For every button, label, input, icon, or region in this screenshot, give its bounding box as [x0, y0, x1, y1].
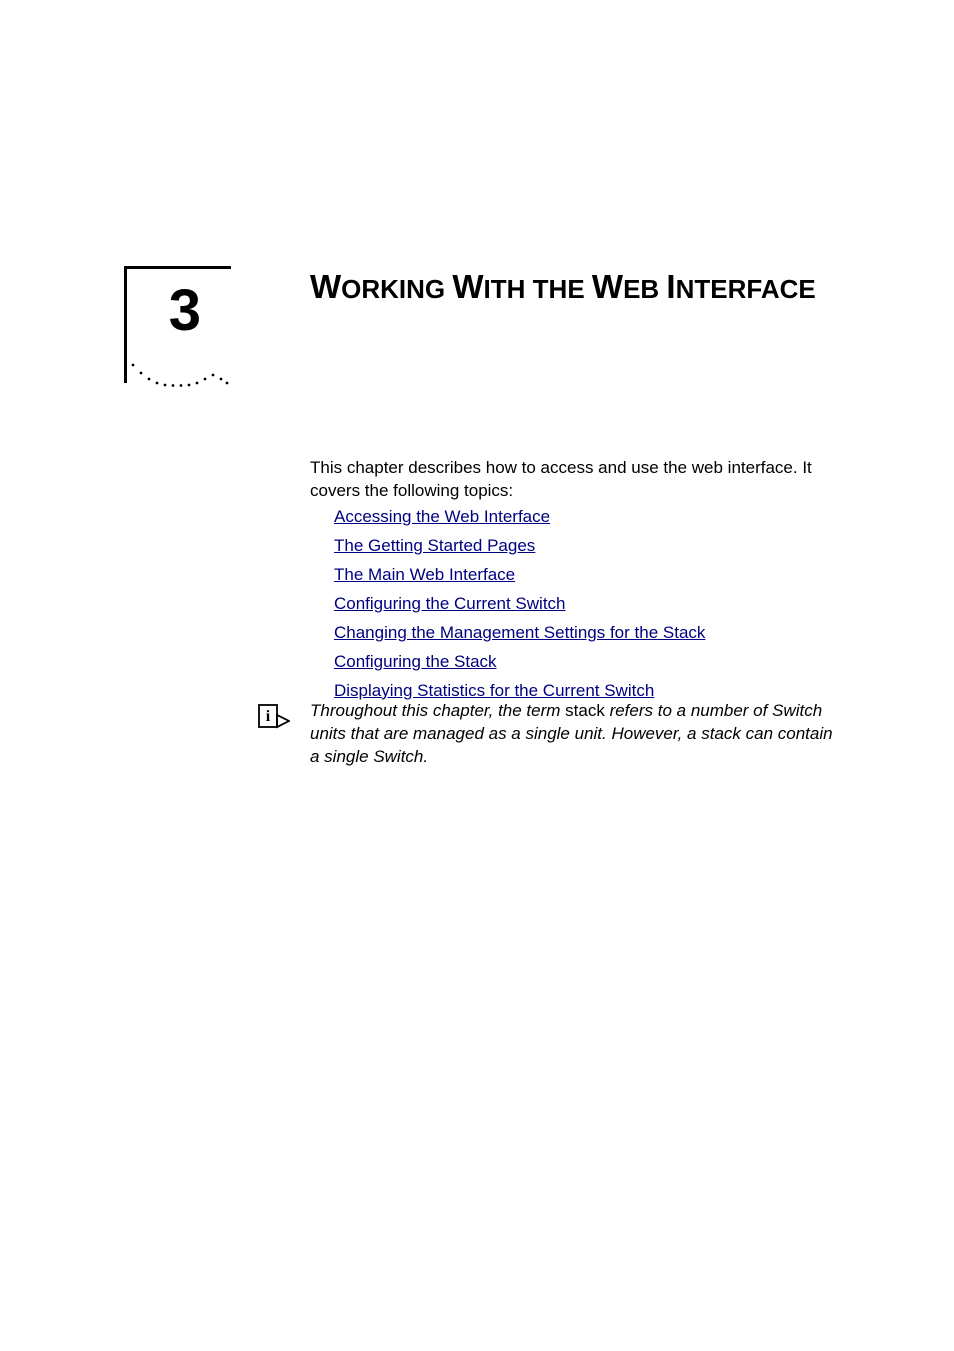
- topic-links-list: Accessing the Web Interface The Getting …: [334, 506, 840, 709]
- topic-link-getting-started-pages[interactable]: The Getting Started Pages: [334, 535, 840, 558]
- title-word-rest: ITH: [484, 274, 526, 304]
- topic-link-configuring-current-switch[interactable]: Configuring the Current Switch: [334, 593, 840, 616]
- topic-link-configuring-stack[interactable]: Configuring the Stack: [334, 651, 840, 674]
- topic-link-main-web-interface[interactable]: The Main Web Interface: [334, 564, 840, 587]
- title-word-lead: W: [592, 268, 623, 305]
- chapter-number: 3: [97, 277, 201, 344]
- title-word-lead: W: [452, 268, 483, 305]
- svg-text:i: i: [266, 708, 271, 725]
- topic-link-changing-management-settings[interactable]: Changing the Management Settings for the…: [334, 622, 840, 645]
- title-word-rest: ORKING: [341, 274, 445, 304]
- title-word-lead: I: [666, 268, 675, 305]
- title-word-lead: W: [310, 268, 341, 305]
- decorative-dots-icon: [127, 361, 231, 389]
- chapter-title: WORKING WITH THE WEB INTERFACE: [310, 265, 850, 310]
- note-paragraph: Throughout this chapter, the term stack …: [310, 700, 840, 769]
- document-page: 3 WORKING WITH THE: [0, 0, 954, 1351]
- title-word-rest: NTERFACE: [676, 274, 816, 304]
- note-term: stack: [565, 701, 605, 720]
- title-word-rest: EB: [623, 274, 659, 304]
- chapter-number-box: 3: [124, 266, 231, 383]
- title-word-rest: THE: [533, 274, 585, 304]
- topic-link-accessing-web-interface[interactable]: Accessing the Web Interface: [334, 506, 840, 529]
- note-pre: Throughout this chapter, the term: [310, 701, 565, 720]
- intro-paragraph: This chapter describes how to access and…: [310, 457, 840, 503]
- info-icon: i: [258, 704, 290, 736]
